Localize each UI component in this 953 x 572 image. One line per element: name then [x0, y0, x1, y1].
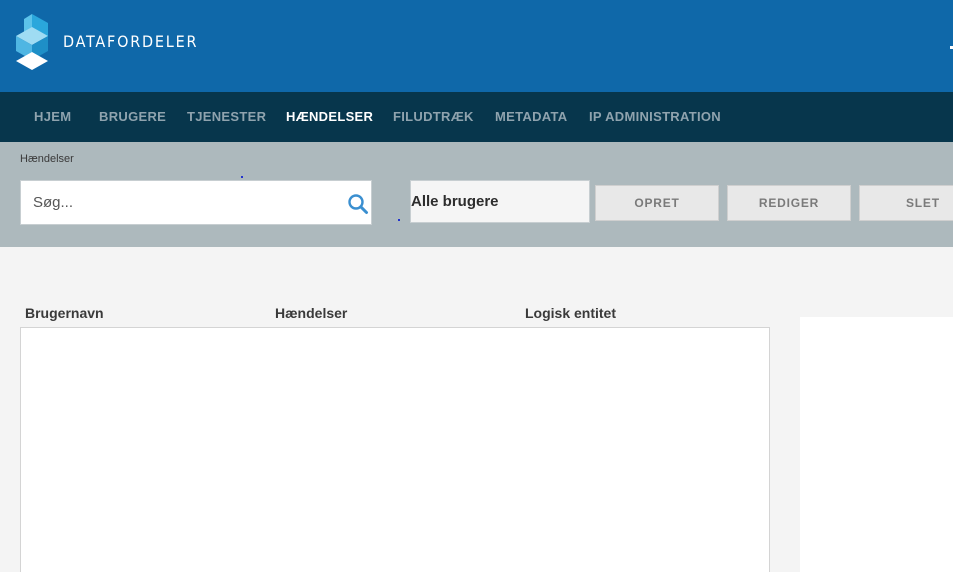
datafordeler-logo-icon[interactable]: [14, 14, 50, 72]
stray-pixel: [241, 176, 243, 178]
app-header: DATAFORDELER: [0, 0, 953, 92]
page: DATAFORDELER HJEM BRUGERE TJENESTER HÆND…: [0, 0, 953, 572]
events-table-body[interactable]: [20, 327, 770, 572]
nav-item-ip-administration[interactable]: IP ADMINISTRATION: [589, 92, 721, 142]
create-button[interactable]: OPRET: [595, 185, 719, 221]
delete-button[interactable]: SLET: [859, 185, 953, 221]
nav-item-filudtraek[interactable]: FILUDTRÆK: [393, 92, 474, 142]
toolbar: Hændelser Alle brugere OPRET REDIGER SLE…: [0, 142, 953, 247]
nav-item-brugere[interactable]: BRUGERE: [99, 92, 166, 142]
nav-item-hjem[interactable]: HJEM: [34, 92, 71, 142]
column-header-logisk-entitet[interactable]: Logisk entitet: [525, 305, 616, 321]
edit-button[interactable]: REDIGER: [727, 185, 851, 221]
breadcrumb: Hændelser: [20, 153, 74, 165]
search-input[interactable]: [21, 181, 331, 224]
column-header-brugernavn[interactable]: Brugernavn: [25, 305, 104, 321]
content-area: Brugernavn Hændelser Logisk entitet: [0, 247, 953, 572]
logo-text[interactable]: DATAFORDELER: [63, 32, 198, 51]
stray-pixel: [398, 219, 400, 221]
detail-panel: [800, 317, 953, 572]
nav-item-metadata[interactable]: METADATA: [495, 92, 567, 142]
search-box: [20, 180, 372, 225]
column-header-haendelser[interactable]: Hændelser: [275, 305, 347, 321]
nav-item-tjenester[interactable]: TJENESTER: [187, 92, 266, 142]
main-nav: HJEM BRUGERE TJENESTER HÆNDELSER FILUDTR…: [0, 92, 953, 142]
nav-item-haendelser[interactable]: HÆNDELSER: [286, 92, 373, 142]
user-filter-select[interactable]: Alle brugere: [410, 180, 590, 223]
search-icon[interactable]: [347, 193, 369, 215]
